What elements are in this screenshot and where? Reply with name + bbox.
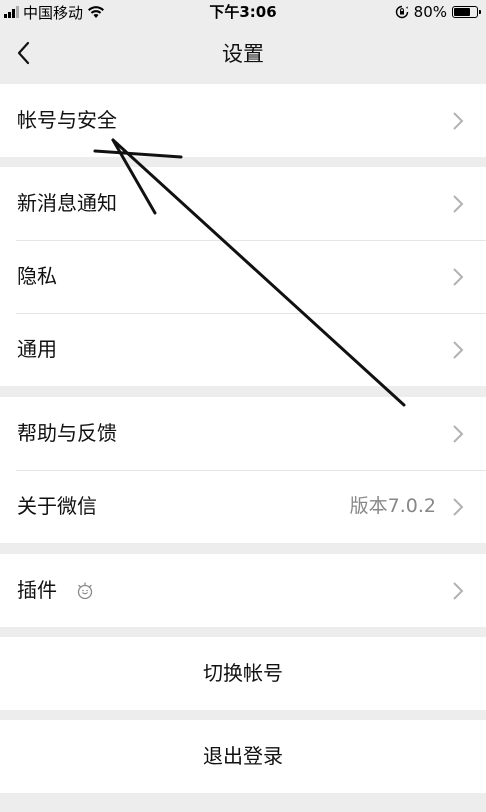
settings-item-label: 帮助与反馈 [17, 421, 117, 445]
battery-percent: 80% [413, 3, 447, 21]
status-bar: 中国移动 下午3:06 80% [0, 0, 486, 24]
settings-group-general: 新消息通知 隐私 通用 [0, 167, 486, 386]
settings-item-label: 插件 [17, 578, 57, 602]
chevron-right-icon [453, 195, 464, 213]
chevron-right-icon [453, 582, 464, 600]
settings-group-about: 帮助与反馈 关于微信 版本7.0.2 [0, 397, 486, 543]
settings-item-label: 隐私 [17, 264, 57, 288]
switch-account-label: 切换帐号 [203, 661, 283, 685]
battery-level [454, 8, 470, 16]
settings-group-plugins: 插件 [0, 554, 486, 627]
settings-group-account: 帐号与安全 [0, 84, 486, 157]
page-title: 设置 [222, 42, 264, 66]
status-right: 80% [395, 2, 481, 22]
settings-item-label: 通用 [17, 337, 57, 361]
chevron-right-icon [453, 498, 464, 516]
battery-icon [452, 6, 481, 18]
settings-item-privacy[interactable]: 隐私 [0, 240, 486, 313]
settings-item-account-security[interactable]: 帐号与安全 [0, 84, 486, 157]
logout-button[interactable]: 退出登录 [0, 720, 486, 793]
settings-item-help-feedback[interactable]: 帮助与反馈 [0, 397, 486, 470]
switch-account-button[interactable]: 切换帐号 [0, 637, 486, 710]
settings-item-label: 帐号与安全 [17, 108, 117, 132]
chevron-right-icon [453, 425, 464, 443]
chevron-right-icon [453, 268, 464, 286]
orientation-lock-icon [395, 5, 408, 19]
logout-group: 退出登录 [0, 720, 486, 793]
settings-item-general[interactable]: 通用 [0, 313, 486, 386]
chevron-right-icon [453, 341, 464, 359]
version-value: 版本7.0.2 [349, 495, 436, 517]
settings-item-about-wechat[interactable]: 关于微信 版本7.0.2 [0, 470, 486, 543]
settings-item-notifications[interactable]: 新消息通知 [0, 167, 486, 240]
settings-item-label: 新消息通知 [17, 191, 117, 215]
settings-item-plugins[interactable]: 插件 [0, 554, 486, 627]
logout-label: 退出登录 [203, 744, 283, 768]
settings-item-label: 关于微信 [17, 494, 97, 518]
plugin-icon [77, 582, 93, 600]
nav-bar: 设置 [0, 24, 486, 84]
switch-account-group: 切换帐号 [0, 637, 486, 710]
chevron-right-icon [453, 112, 464, 130]
